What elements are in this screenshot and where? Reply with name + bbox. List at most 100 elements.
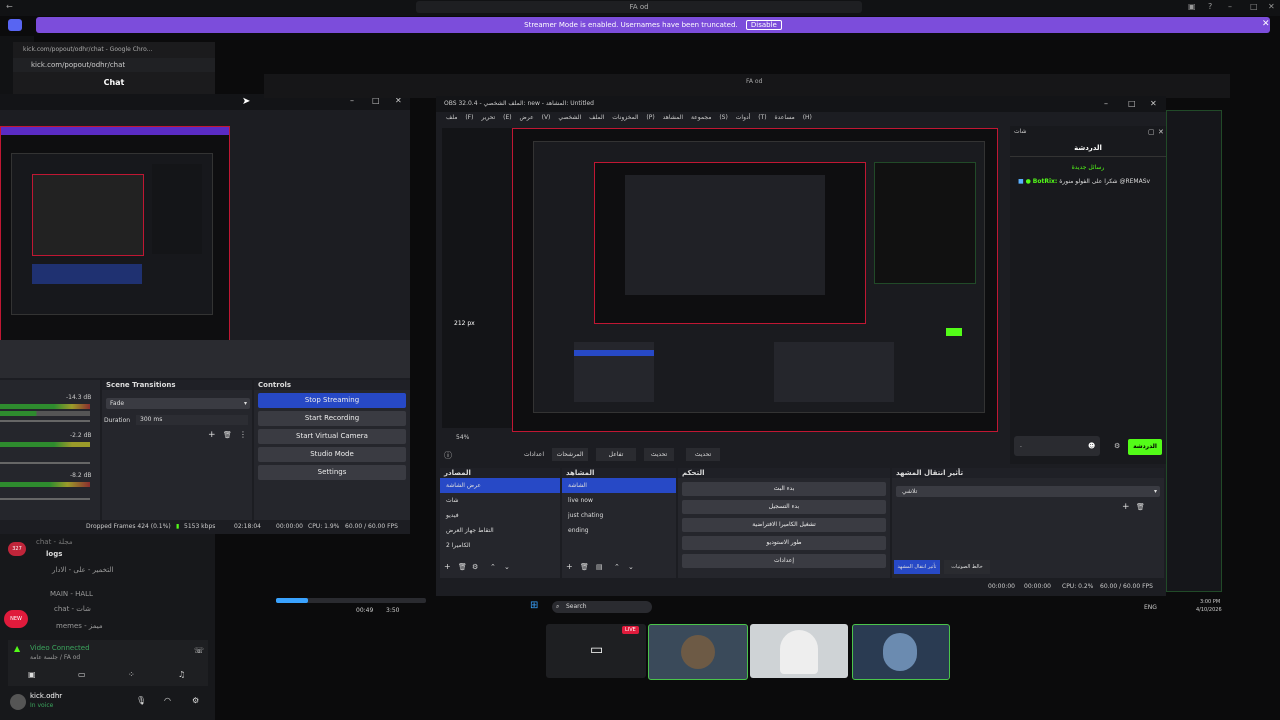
menu-profile[interactable]: الملف الشخصي (P)	[558, 114, 654, 121]
menu-tools[interactable]: أدوات (T)	[736, 114, 767, 121]
video-tile-3[interactable]	[852, 624, 950, 680]
stop-streaming-button[interactable]: Stop Streaming	[258, 393, 406, 408]
back-arrow-icon[interactable]: ←	[6, 2, 13, 11]
discord-channel-sidebar: 327 NEW chat - مجلة logs التخمير - على -…	[0, 534, 215, 720]
audio-mixer-tab[interactable]: خالط الصوتيات	[944, 560, 990, 574]
start-recording-button[interactable]: Start Recording	[258, 411, 406, 426]
add-icon[interactable]: +	[208, 430, 216, 440]
transition-select[interactable]: Fade ▾	[106, 398, 250, 409]
start-recording-button[interactable]: بدء التسجيل	[682, 500, 886, 514]
toolbar-refresh[interactable]: تحديث	[644, 448, 674, 461]
banner-close-icon[interactable]: ✕	[1262, 19, 1270, 29]
toolbar-refresh-2[interactable]: تحديث	[686, 448, 720, 461]
studio-mode-button[interactable]: Studio Mode	[258, 447, 406, 462]
scene-item[interactable]: ending	[562, 523, 676, 538]
source-item[interactable]: عرض الشاشة	[440, 478, 560, 493]
start-streaming-button[interactable]: بدء البث	[682, 482, 886, 496]
mixer-slider-1[interactable]	[0, 420, 90, 422]
maximize-icon[interactable]: □	[1128, 99, 1136, 108]
close-icon[interactable]: ✕	[1158, 128, 1164, 136]
help-icon[interactable]: ?	[1208, 2, 1212, 11]
add-icon[interactable]: +	[566, 562, 573, 571]
channel-memes[interactable]: memes - ميمز	[56, 622, 103, 630]
main-transitions-dock: تأثير انتقال المشهد تلاشي ▾ + 🗑 تأثير ان…	[892, 468, 1164, 578]
mixer-slider-2[interactable]	[0, 462, 90, 464]
source-item[interactable]: فيديو	[440, 508, 560, 523]
trash-icon[interactable]: 🗑	[1136, 503, 1145, 511]
start-virtual-camera-button[interactable]: Start Virtual Camera	[258, 429, 406, 444]
menu-edit[interactable]: تحرير (E)	[481, 114, 511, 121]
trash-icon[interactable]: 🗑	[458, 563, 467, 571]
scene-item[interactable]: just chating	[562, 508, 676, 523]
start-virtual-camera-button[interactable]: تشغيل الكاميرا الافتراضية	[682, 518, 886, 532]
close-icon[interactable]: ✕	[1268, 2, 1275, 11]
trash-icon[interactable]: 🗑	[223, 431, 232, 439]
menu-help[interactable]: مساعدة (H)	[775, 114, 812, 121]
gear-icon[interactable]: ⚙	[192, 696, 199, 705]
info-icon[interactable]: ⓘ	[444, 450, 452, 461]
menu-view[interactable]: عرض (V)	[520, 114, 551, 121]
participant-avatar	[681, 635, 715, 669]
add-icon[interactable]: +	[1122, 502, 1130, 512]
stream-progress[interactable]	[276, 598, 426, 603]
menu-scene-collection[interactable]: مجموعة المشاهد (S)	[663, 114, 728, 121]
gear-icon[interactable]: ⚙	[1114, 442, 1120, 450]
menu-file[interactable]: ملف (F)	[446, 114, 473, 121]
settings-button[interactable]: إعدادات	[682, 554, 886, 568]
avatar[interactable]	[10, 694, 26, 710]
popout-tab-title: kick.com/popout/odhr/chat - Google Chro.…	[23, 46, 153, 53]
move-down-icon[interactable]: ⌄	[628, 563, 634, 571]
minimize-icon[interactable]: –	[1104, 99, 1108, 108]
move-up-icon[interactable]: ⌃	[614, 563, 620, 571]
add-icon[interactable]: +	[444, 562, 451, 571]
disconnect-icon[interactable]: ☏	[194, 646, 204, 655]
trash-icon[interactable]: 🗑	[580, 563, 589, 571]
toolbar-properties[interactable]: اعدادات	[516, 448, 552, 461]
gear-icon[interactable]: ⚙	[472, 563, 478, 571]
toolbar-interact[interactable]: تفاعل	[596, 448, 636, 461]
duration-input[interactable]: 300 ms	[136, 415, 248, 425]
channel-3[interactable]: التخمير - على - الادار	[52, 566, 113, 574]
toolbar-filters[interactable]: المرشحات	[552, 448, 588, 461]
video-tile-1[interactable]	[648, 624, 748, 680]
more-icon[interactable]: ⋮	[239, 430, 247, 439]
video-icon[interactable]: ▣	[28, 670, 36, 679]
chat-send-button[interactable]: الدردشة	[1128, 439, 1162, 455]
source-item[interactable]: التقاط جهاز العرض	[440, 523, 560, 538]
microphone-icon[interactable]: 🎙	[136, 696, 146, 705]
inbox-icon[interactable]: ▣	[1188, 2, 1196, 11]
studio-mode-button[interactable]: طور الاستوديو	[682, 536, 886, 550]
channel-logs[interactable]: logs	[46, 550, 62, 558]
main-transition-select[interactable]: تلاشي ▾	[896, 486, 1160, 497]
popout-icon[interactable]: ▢	[1148, 128, 1155, 136]
move-down-icon[interactable]: ⌄	[504, 563, 510, 571]
video-tile-2[interactable]	[750, 624, 848, 678]
disable-button[interactable]: Disable	[745, 20, 782, 30]
category-main-hall[interactable]: MAIN - HALL	[50, 590, 93, 598]
popout-url-bar[interactable]: kick.com/popout/odhr/chat	[13, 58, 215, 72]
scene-item[interactable]: live now	[562, 493, 676, 508]
mixer-db-2: -2.2 dB	[70, 432, 92, 439]
scene-item[interactable]: الشاشة	[562, 478, 676, 493]
screenshare-tile[interactable]: LIVE ▭	[546, 624, 646, 678]
move-up-icon[interactable]: ⌃	[490, 563, 496, 571]
windows-start-icon[interactable]: ⊞	[530, 600, 538, 611]
close-icon[interactable]: ✕	[1150, 99, 1157, 108]
source-item[interactable]: شات	[440, 493, 560, 508]
mixer-slider-3[interactable]	[0, 498, 90, 500]
filter-icon[interactable]: ▤	[596, 563, 603, 571]
taskbar-search[interactable]: ⌕ Search	[552, 601, 652, 613]
menu-docks[interactable]: المخزونات	[612, 114, 638, 121]
transitions-tab[interactable]: تأثير انتقال المشهد	[894, 560, 940, 574]
screenshare-icon[interactable]: ▭	[78, 670, 86, 679]
soundboard-icon[interactable]: ♫	[178, 670, 185, 679]
minimize-icon[interactable]: –	[1228, 2, 1232, 11]
channel-chat[interactable]: chat - شات	[54, 605, 91, 613]
activities-icon[interactable]: ⁘	[128, 670, 135, 679]
channel-1[interactable]: chat - مجلة	[36, 538, 73, 546]
headphones-icon[interactable]: ◠	[164, 696, 171, 705]
maximize-icon[interactable]: □	[1250, 2, 1258, 11]
emoji-icon[interactable]: ☻	[1088, 442, 1095, 450]
settings-button[interactable]: Settings	[258, 465, 406, 480]
source-item[interactable]: الكاميرا 2	[440, 538, 560, 553]
